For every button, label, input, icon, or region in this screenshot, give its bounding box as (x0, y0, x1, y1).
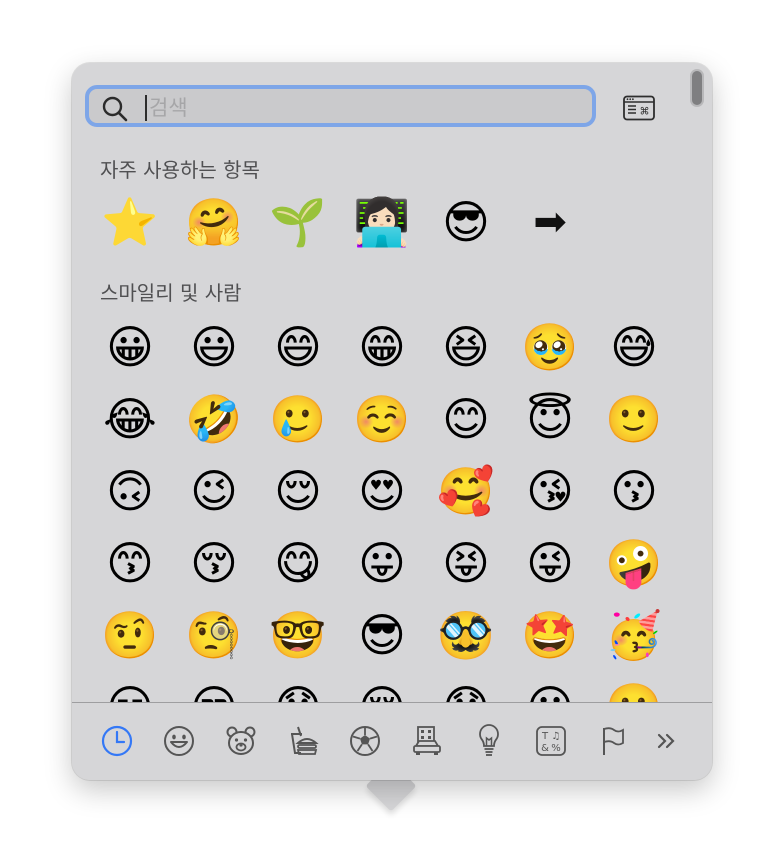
emoji-cell[interactable]: 👩🏻‍💻 (340, 186, 424, 258)
emoji-cell[interactable]: 😘 (508, 455, 592, 527)
emoji-cell[interactable]: 😌 (256, 455, 340, 527)
soccer-ball-icon (350, 726, 380, 756)
emoji-picker-popover: ⌘ 자주 사용하는 항목 ⭐🤗🌱👩🏻‍💻😎➡ 스마일리 및 사람 😀😃😄😁😆🥹😅… (72, 63, 712, 780)
emoji-cell[interactable]: 🤩 (508, 599, 592, 671)
scrollbar[interactable] (690, 69, 704, 107)
text-caret (145, 95, 147, 121)
emoji-cell[interactable]: 😅 (592, 311, 676, 383)
emoji-cell[interactable]: 😗 (592, 455, 676, 527)
search-field[interactable] (85, 85, 596, 127)
emoji-cell[interactable]: 🙂 (592, 383, 676, 455)
scrollbar-thumb[interactable] (692, 71, 702, 105)
emoji-cell[interactable]: 😂 (88, 383, 172, 455)
building-car-icon (413, 726, 441, 755)
emoji-cell[interactable]: 😎 (424, 186, 508, 258)
category-tab-symbols[interactable]: T ♫ & % (531, 721, 571, 761)
category-tab-food[interactable] (283, 721, 323, 761)
emoji-cell[interactable]: 🥰 (424, 455, 508, 527)
emoji-cell[interactable]: 😊 (424, 383, 508, 455)
search-icon (102, 96, 128, 122)
emoji-cell[interactable]: 😎 (340, 599, 424, 671)
category-tab-frequently-used[interactable] (97, 721, 137, 761)
flag-icon (603, 727, 624, 755)
emoji-cell[interactable]: ➡ (508, 186, 592, 258)
bear-icon (226, 726, 256, 755)
symbols-icon: T ♫ & % (536, 726, 566, 756)
emoji-cell[interactable]: ☺️ (340, 383, 424, 455)
emoji-cell[interactable]: 😛 (340, 527, 424, 599)
emoji-cell[interactable]: 😇 (508, 383, 592, 455)
smiley-icon (164, 726, 194, 756)
character-viewer-icon[interactable]: ⌘ (623, 95, 655, 121)
section-title-frequently-used: 자주 사용하는 항목 (100, 158, 260, 182)
emoji-cell[interactable]: 🥹 (508, 311, 592, 383)
emoji-cell[interactable]: 🤗 (172, 186, 256, 258)
emoji-cell[interactable]: 😍 (340, 455, 424, 527)
category-tab-smileys[interactable] (159, 721, 199, 761)
emoji-cell[interactable]: 😝 (424, 527, 508, 599)
emoji-cell[interactable]: 😆 (424, 311, 508, 383)
emoji-cell[interactable]: ⭐ (88, 186, 172, 258)
emoji-cell[interactable]: 😋 (256, 527, 340, 599)
category-tab-objects[interactable] (469, 721, 509, 761)
category-tab-animals[interactable] (221, 721, 261, 761)
emoji-cell[interactable]: 😉 (172, 455, 256, 527)
emoji-cell[interactable]: 😚 (172, 527, 256, 599)
svg-text:♫: ♫ (552, 731, 561, 742)
category-bar: T ♫ & % (72, 702, 712, 780)
emoji-cell[interactable]: 😀 (88, 311, 172, 383)
emoji-cell[interactable]: 🤓 (256, 599, 340, 671)
emoji-cell[interactable]: 🤣 (172, 383, 256, 455)
smileys-grid: 😀😃😄😁😆🥹😅😂🤣🥲☺️😊😇🙂🙃😉😌😍🥰😘😗😙😚😋😛😝😜🤪🤨🧐🤓😎🥸🤩🥳😏😒😞😔… (88, 311, 688, 743)
emoji-picker-content: ⌘ 자주 사용하는 항목 ⭐🤗🌱👩🏻‍💻😎➡ 스마일리 및 사람 😀😃😄😁😆🥹😅… (72, 63, 712, 780)
category-tab-more[interactable] (647, 721, 687, 761)
section-title-smileys: 스마일리 및 사람 (100, 281, 242, 305)
emoji-cell[interactable]: 🌱 (256, 186, 340, 258)
emoji-cell[interactable]: 🥸 (424, 599, 508, 671)
emoji-cell[interactable]: 🤨 (88, 599, 172, 671)
emoji-cell[interactable]: 🙃 (88, 455, 172, 527)
emoji-cell[interactable]: 😙 (88, 527, 172, 599)
emoji-cell[interactable]: 😜 (508, 527, 592, 599)
emoji-cell[interactable]: 🧐 (172, 599, 256, 671)
search-input[interactable] (149, 92, 569, 124)
emoji-cell[interactable]: 🤪 (592, 527, 676, 599)
svg-text:T: T (541, 731, 549, 742)
emoji-cell[interactable]: 😄 (256, 311, 340, 383)
food-icon (291, 726, 319, 755)
emoji-cell[interactable]: 😃 (172, 311, 256, 383)
lightbulb-icon (479, 724, 499, 756)
emoji-cell[interactable]: 🥲 (256, 383, 340, 455)
svg-text:%: % (551, 743, 561, 754)
frequently-used-grid: ⭐ 🤗 🌱 👩🏻‍💻 😎 ➡ (88, 186, 688, 258)
svg-text:&: & (541, 743, 549, 754)
category-tab-activity[interactable] (345, 721, 385, 761)
category-tab-flags[interactable] (593, 721, 633, 761)
clock-icon (101, 725, 133, 757)
chevron-double-right-icon (657, 733, 675, 749)
svg-text:⌘: ⌘ (640, 107, 650, 118)
emoji-cell[interactable]: 😁 (340, 311, 424, 383)
emoji-cell[interactable]: 🥳 (592, 599, 676, 671)
category-tab-travel[interactable] (407, 721, 447, 761)
